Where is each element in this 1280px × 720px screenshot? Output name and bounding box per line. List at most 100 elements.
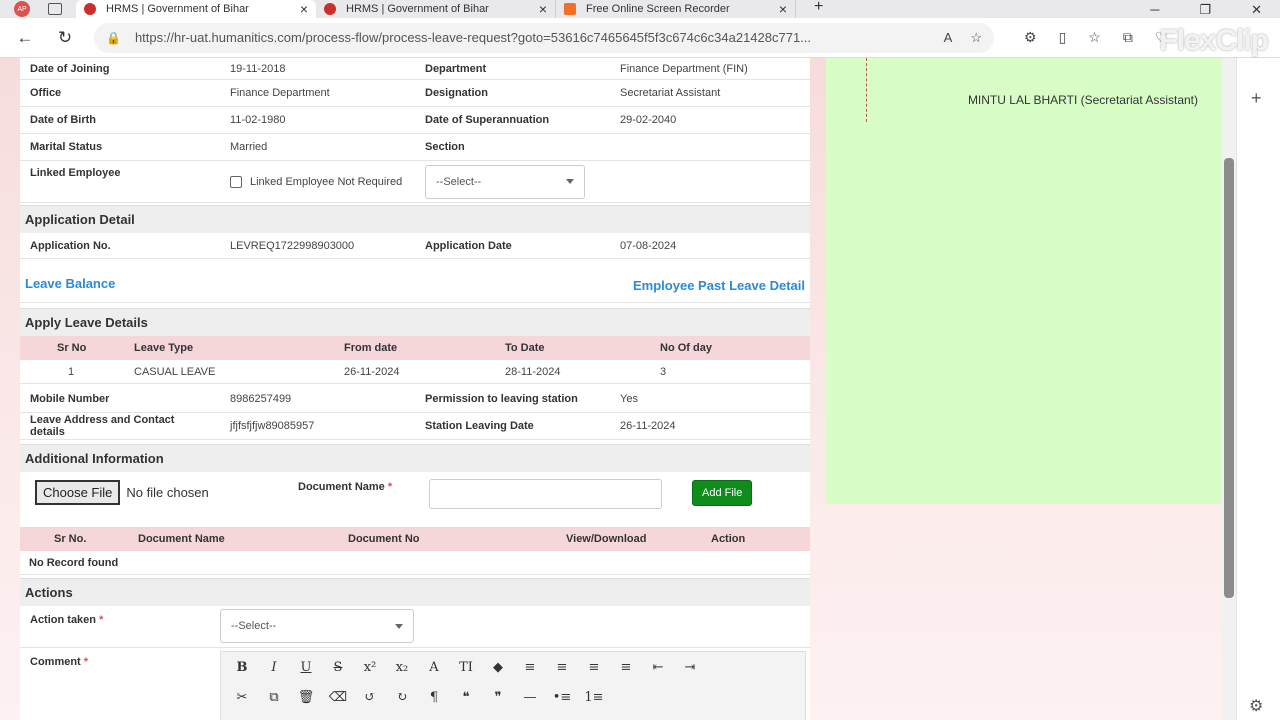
minimize-icon[interactable]: ─: [1150, 2, 1159, 18]
col-to-date: To Date: [505, 342, 545, 354]
choose-file-button[interactable]: Choose File: [35, 480, 121, 505]
copy-icon[interactable]: ⧉: [261, 685, 287, 709]
undo-icon[interactable]: ↺: [357, 685, 383, 709]
action-select-value: --Select--: [231, 620, 277, 632]
doj-value: 19-11-2018: [230, 62, 286, 75]
read-aloud-icon[interactable]: A: [944, 30, 953, 45]
info-row: Date of Birth 11-02-1980 Date of Superan…: [20, 107, 810, 134]
col-doc-name: Document Name: [138, 533, 225, 545]
font-size-icon[interactable]: TI: [453, 655, 479, 679]
no-record-text: No Record found: [29, 556, 119, 569]
settings-gear-icon[interactable]: ⚙: [1249, 696, 1263, 716]
divider: [20, 647, 810, 648]
numbered-list-icon[interactable]: 1≡: [581, 685, 607, 709]
font-color-icon[interactable]: A: [421, 655, 447, 679]
actions-heading: Actions: [20, 578, 810, 606]
document-name-input[interactable]: [429, 479, 662, 509]
section-label: Section: [425, 141, 465, 153]
superscript-icon[interactable]: x²: [357, 655, 383, 679]
indent-icon[interactable]: ⇥: [677, 655, 703, 679]
application-no-label: Application No.: [30, 239, 111, 252]
bold-icon[interactable]: B: [229, 655, 255, 679]
dob-value: 11-02-1980: [230, 114, 286, 126]
linked-not-required-checkbox[interactable]: [230, 175, 242, 188]
close-tab-icon[interactable]: ×: [779, 1, 787, 17]
past-leave-link[interactable]: Employee Past Leave Detail: [633, 278, 805, 293]
cut-icon[interactable]: ✂: [229, 685, 255, 709]
favorite-star-icon[interactable]: ☆: [970, 30, 982, 46]
url-box[interactable]: 🔒 https://hr-uat.humanitics.com/process-…: [94, 22, 994, 53]
collections-icon[interactable]: ⧉: [1123, 29, 1133, 46]
redo-icon[interactable]: ↻: [389, 685, 415, 709]
superannuation-label: Date of Superannuation: [425, 114, 550, 126]
table-row: No Record found: [20, 551, 810, 575]
add-sidebar-app-icon[interactable]: +: [1251, 88, 1262, 109]
address-bar: ← ↻ 🔒 https://hr-uat.humanitics.com/proc…: [0, 18, 1280, 58]
url-text[interactable]: https://hr-uat.humanitics.com/process-fl…: [135, 30, 926, 45]
application-row: Application No. LEVREQ1722998903000 Appl…: [20, 233, 810, 259]
align-right-icon[interactable]: ≡: [581, 655, 607, 679]
toolbar-row-2: ✂ ⧉ 🗑 ⌫ ↺ ↻ ¶ ❝ ❞ — •≡ 1≡: [221, 682, 805, 712]
col-sr-no: Sr No: [57, 342, 87, 354]
bullet-list-icon[interactable]: •≡: [549, 685, 575, 709]
application-no-value: LEVREQ1722998903000: [230, 239, 355, 252]
marital-value: Married: [230, 141, 268, 153]
align-justify-icon[interactable]: ≡: [613, 655, 639, 679]
leave-balance-link[interactable]: Leave Balance: [25, 276, 115, 291]
add-file-button[interactable]: Add File: [692, 480, 753, 506]
open-quote-icon[interactable]: ❝: [453, 685, 479, 709]
back-icon[interactable]: ←: [10, 28, 40, 48]
underline-icon[interactable]: U: [293, 655, 319, 679]
application-date-label: Application Date: [425, 239, 512, 252]
page-scrollbar[interactable]: [1222, 58, 1236, 720]
timeline-line: [866, 58, 867, 122]
subscript-icon[interactable]: x₂: [389, 655, 415, 679]
browser-tools: ⚙ ▯ ☆ ⧉ ♡: [1024, 29, 1167, 46]
info-row: Leave Address and Contact details jfjfsf…: [20, 413, 810, 440]
comment-label: Comment: [30, 656, 81, 668]
outdent-icon[interactable]: ⇤: [645, 655, 671, 679]
browser-tab-3[interactable]: Free Online Screen Recorder ×: [556, 0, 796, 18]
chevron-down-icon: [566, 179, 574, 184]
info-row: Mobile Number 8986257499 Permission to l…: [20, 386, 810, 413]
align-left-icon[interactable]: ≡: [517, 655, 543, 679]
eraser-icon[interactable]: ⌫: [325, 685, 351, 709]
col-action: Action: [711, 533, 746, 545]
close-window-icon[interactable]: ✕: [1251, 2, 1262, 18]
marital-label: Marital Status: [30, 141, 103, 153]
maximize-icon[interactable]: ❐: [1199, 2, 1211, 18]
delete-icon[interactable]: 🗑: [293, 685, 319, 709]
italic-icon[interactable]: I: [261, 655, 287, 679]
refresh-icon[interactable]: ↻: [50, 28, 80, 48]
close-tab-icon[interactable]: ×: [539, 1, 547, 17]
profile-avatar[interactable]: AP: [14, 1, 30, 17]
extensions-icon[interactable]: ⚙: [1024, 29, 1037, 46]
file-chooser: Choose File No file chosen: [35, 480, 209, 505]
address-value: jfjfsfjfjw89085957: [230, 420, 315, 432]
align-center-icon[interactable]: ≡: [549, 655, 575, 679]
linked-employee-select[interactable]: --Select--: [425, 164, 585, 199]
close-quote-icon[interactable]: ❞: [485, 685, 511, 709]
action-taken-select[interactable]: --Select--: [220, 609, 414, 643]
permission-label: Permission to leaving station: [425, 393, 578, 405]
new-tab-icon[interactable]: +: [814, 0, 823, 16]
close-tab-icon[interactable]: ×: [300, 1, 308, 17]
leave-no-of-day: 3: [660, 365, 667, 378]
paragraph-icon[interactable]: ¶: [421, 685, 447, 709]
highlight-icon[interactable]: ◆: [485, 655, 511, 679]
linked-not-required-option[interactable]: Linked Employee Not Required: [220, 161, 425, 202]
favorites-icon[interactable]: ☆: [1088, 29, 1101, 46]
strikethrough-icon[interactable]: S: [325, 655, 351, 679]
browser-tab-2[interactable]: HRMS | Government of Bihar ×: [316, 0, 556, 18]
workspaces-icon[interactable]: [48, 3, 62, 15]
info-row: Date of Joining 19-11-2018 Department Fi…: [20, 58, 810, 80]
col-doc-no: Document No: [348, 533, 420, 545]
watermark-logo: FlexClip: [1159, 24, 1269, 57]
browser-tab-1[interactable]: HRMS | Government of Bihar ×: [76, 0, 316, 18]
col-from-date: From date: [344, 342, 398, 354]
scrollbar-thumb[interactable]: [1224, 158, 1234, 598]
hrms-favicon-icon: [324, 3, 336, 15]
horizontal-rule-icon[interactable]: —: [517, 685, 543, 709]
split-screen-icon[interactable]: ▯: [1059, 29, 1067, 46]
superannuation-value: 29-02-2040: [620, 114, 677, 126]
